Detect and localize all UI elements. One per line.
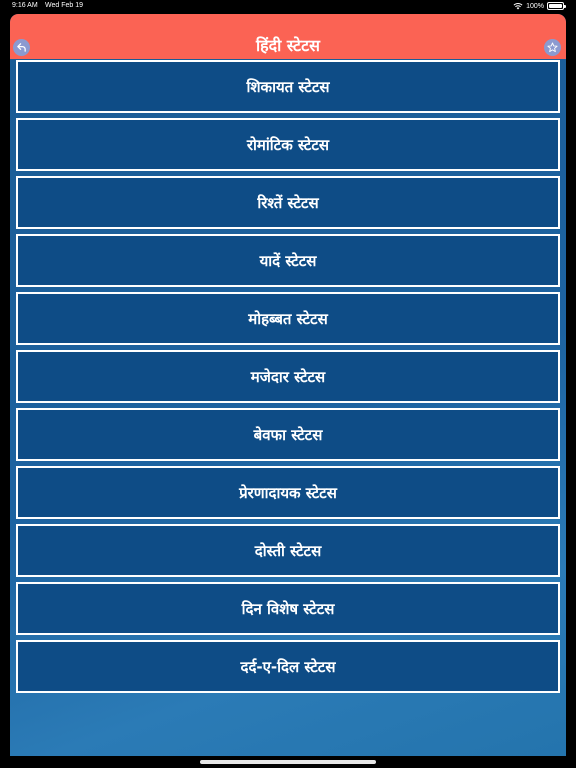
status-date: Wed Feb 19 bbox=[45, 2, 84, 9]
category-item-dosti[interactable]: दोस्ती स्टेटस bbox=[16, 524, 560, 577]
header-bar: हिंदी स्टेटस bbox=[10, 14, 566, 59]
category-item-din-vishesh[interactable]: दिन विशेष स्टेटस bbox=[16, 582, 560, 635]
category-label: दोस्ती स्टेटस bbox=[254, 541, 322, 560]
category-label: दिन विशेष स्टेटस bbox=[241, 599, 335, 618]
battery-icon bbox=[547, 2, 566, 10]
battery-percent: 100% bbox=[526, 2, 544, 10]
favorite-button[interactable] bbox=[544, 39, 561, 56]
page-title: हिंदी स्टेटस bbox=[255, 36, 321, 55]
star-icon bbox=[547, 42, 558, 53]
category-label: मोहब्बत स्टेटस bbox=[248, 309, 328, 328]
device-screen: 9:16 AM Wed Feb 19 100% हिंदी स्टेटस शिक… bbox=[0, 0, 576, 768]
category-label: रोमांटिक स्टेटस bbox=[246, 135, 330, 154]
category-label: प्रेरणादायक स्टेटस bbox=[239, 483, 337, 502]
category-item-romantic[interactable]: रोमांटिक स्टेटस bbox=[16, 118, 560, 171]
home-indicator[interactable] bbox=[200, 760, 376, 764]
category-label: रिश्तें स्टेटस bbox=[257, 193, 319, 212]
category-item-shikayat[interactable]: शिकायत स्टेटस bbox=[16, 60, 560, 113]
category-item-bewafa[interactable]: बेवफा स्टेटस bbox=[16, 408, 560, 461]
status-time: 9:16 AM bbox=[12, 2, 38, 9]
status-right: 100% bbox=[513, 2, 566, 10]
app-window: हिंदी स्टेटस शिकायत स्टेटस रोमांटिक स्टे… bbox=[10, 14, 566, 756]
category-item-rishte[interactable]: रिश्तें स्टेटस bbox=[16, 176, 560, 229]
category-item-prernadayak[interactable]: प्रेरणादायक स्टेटस bbox=[16, 466, 560, 519]
category-list: शिकायत स्टेटस रोमांटिक स्टेटस रिश्तें स्… bbox=[16, 60, 560, 698]
category-label: मजेदार स्टेटस bbox=[250, 367, 326, 386]
category-label: यादें स्टेटस bbox=[259, 251, 317, 270]
category-label: बेवफा स्टेटस bbox=[253, 425, 323, 444]
category-label: दर्द-ए-दिल स्टेटस bbox=[240, 657, 336, 676]
category-item-majedar[interactable]: मजेदार स्टेटस bbox=[16, 350, 560, 403]
category-item-mohabbat[interactable]: मोहब्बत स्टेटस bbox=[16, 292, 560, 345]
category-label: शिकायत स्टेटस bbox=[246, 77, 330, 96]
status-bar: 9:16 AM Wed Feb 19 100% bbox=[0, 0, 576, 13]
category-item-yaaden[interactable]: यादें स्टेटस bbox=[16, 234, 560, 287]
wifi-icon bbox=[513, 2, 523, 10]
category-item-dard-e-dil[interactable]: दर्द-ए-दिल स्टेटस bbox=[16, 640, 560, 693]
